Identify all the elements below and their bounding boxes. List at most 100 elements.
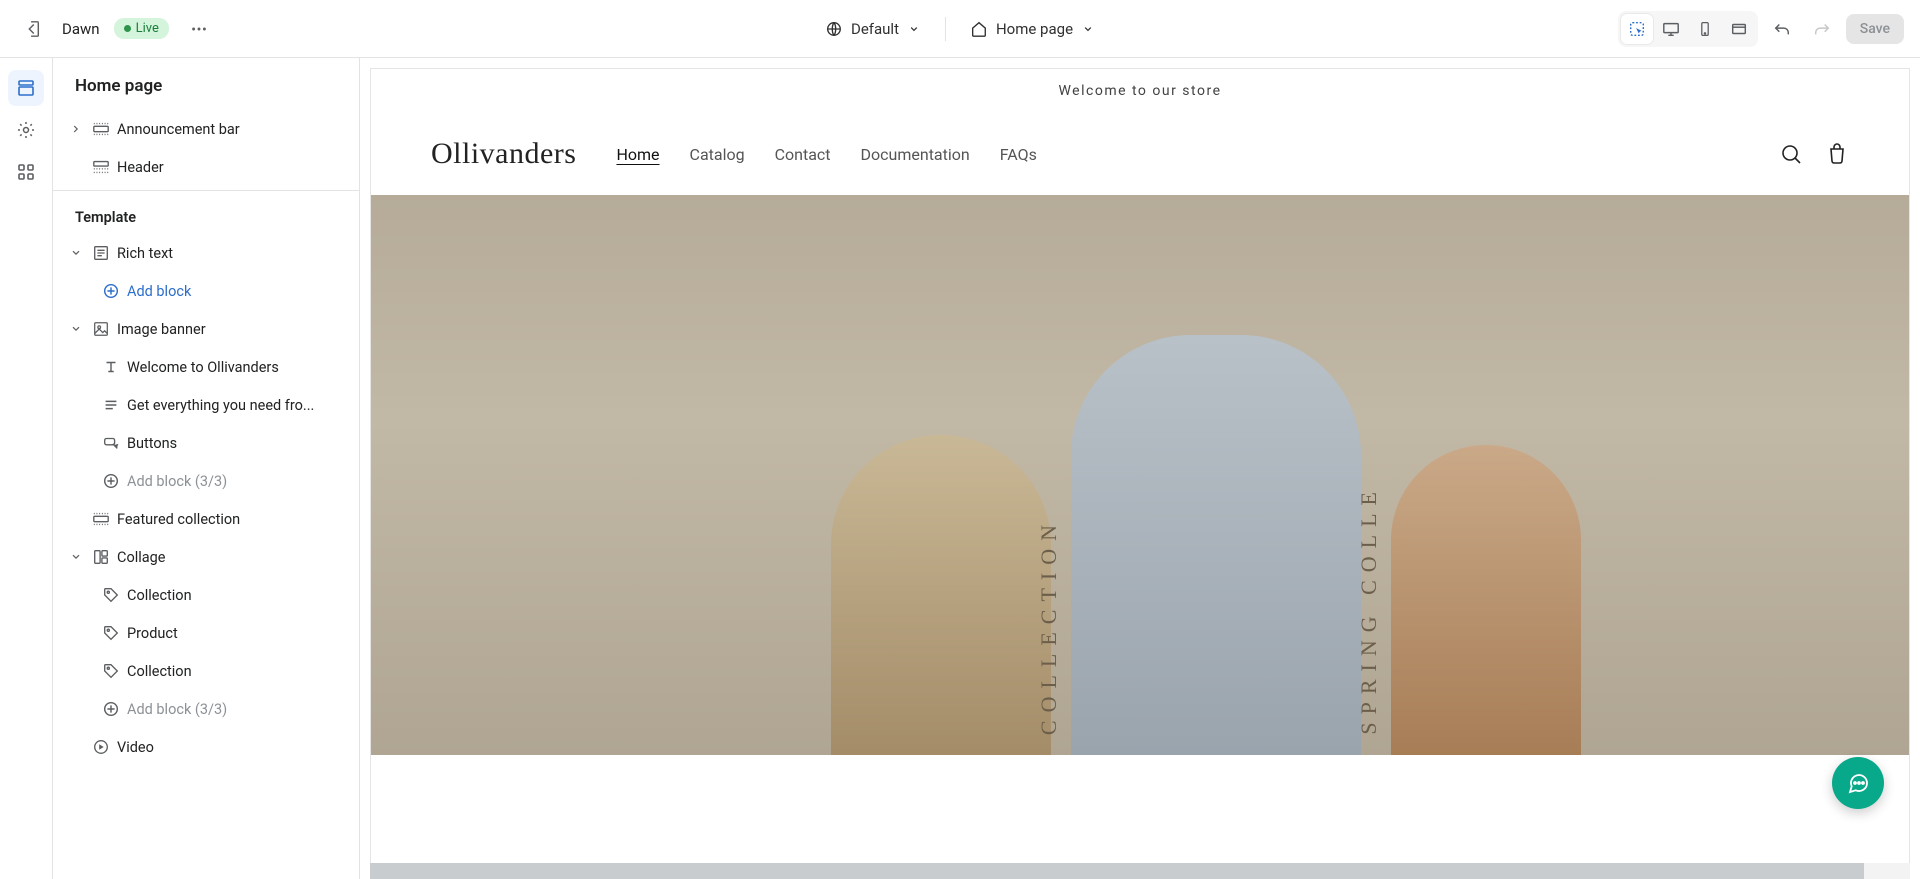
nav-contact[interactable]: Contact (775, 145, 831, 164)
page-title: Home page (53, 58, 359, 110)
section-label: Video (117, 739, 349, 756)
theme-name: Dawn (62, 20, 100, 38)
chat-fab[interactable] (1832, 757, 1884, 809)
apps-tab[interactable] (8, 154, 44, 190)
topbar-left: Dawn Live (16, 13, 215, 45)
hero-arch-2 (1071, 335, 1361, 755)
more-actions-button[interactable] (183, 13, 215, 45)
block-product[interactable]: Product (53, 614, 359, 652)
nav-home[interactable]: Home (616, 145, 659, 164)
section-featured-collection[interactable]: Featured collection (53, 500, 359, 538)
block-label: Get everything you need fro... (127, 397, 349, 414)
image-icon (91, 319, 111, 339)
section-video[interactable]: Video (53, 728, 359, 766)
plus-circle-icon (101, 281, 121, 301)
section-label: Rich text (117, 245, 349, 262)
gear-icon (16, 120, 36, 140)
text-type-icon (101, 357, 121, 377)
header-icons (1779, 142, 1849, 166)
theme-settings-tab[interactable] (8, 112, 44, 148)
collage-icon (91, 547, 111, 567)
header-icon (91, 157, 111, 177)
left-rail (0, 58, 53, 879)
chat-icon (1846, 771, 1870, 795)
store-nav: Home Catalog Contact Documentation FAQs (616, 145, 1036, 164)
sections-icon (16, 78, 36, 98)
video-icon (91, 737, 111, 757)
store-header: Ollivanders Home Catalog Contact Documen… (371, 113, 1909, 195)
add-block-richtext[interactable]: Add block (53, 272, 359, 310)
section-icon (91, 119, 111, 139)
fullscreen-view-button[interactable] (1723, 14, 1755, 44)
horizontal-scrollbar[interactable] (370, 863, 1910, 879)
block-text[interactable]: Get everything you need fro... (53, 386, 359, 424)
live-label: Live (136, 21, 159, 36)
section-label: Collage (117, 549, 349, 566)
section-label: Image banner (117, 321, 349, 338)
template-heading: Template (53, 195, 359, 234)
redo-button[interactable] (1806, 13, 1838, 45)
cart-icon[interactable] (1825, 142, 1849, 166)
search-icon[interactable] (1779, 142, 1803, 166)
section-label: Announcement bar (117, 121, 349, 138)
home-icon (970, 20, 988, 38)
sections-tab[interactable] (8, 70, 44, 106)
topbar-center: Default Home page (817, 14, 1103, 44)
section-header[interactable]: Header (53, 148, 359, 186)
block-heading[interactable]: Welcome to Ollivanders (53, 348, 359, 386)
desktop-icon (1662, 20, 1680, 38)
chevron-down-icon (67, 551, 85, 563)
chevron-down-icon (1081, 22, 1095, 36)
globe-icon (825, 20, 843, 38)
chevron-right-icon (67, 123, 85, 135)
undo-button[interactable] (1766, 13, 1798, 45)
preset-selector[interactable]: Default (817, 14, 929, 44)
chevron-down-icon (67, 247, 85, 259)
button-click-icon (101, 433, 121, 453)
add-block-label: Add block (127, 283, 349, 300)
add-block-label: Add block (3/3) (127, 701, 349, 718)
tag-icon (101, 623, 121, 643)
save-button[interactable]: Save (1846, 14, 1904, 44)
section-label: Featured collection (117, 511, 349, 528)
add-block-label: Add block (3/3) (127, 473, 349, 490)
inspector-icon (1628, 20, 1646, 38)
store-brand: Ollivanders (431, 137, 576, 171)
section-rich-text[interactable]: Rich text (53, 234, 359, 272)
mobile-view-button[interactable] (1689, 14, 1721, 44)
viewport-switcher (1618, 11, 1758, 47)
block-label: Product (127, 625, 349, 642)
section-announcement-bar[interactable]: Announcement bar (53, 110, 359, 148)
sections-sidebar: Home page Announcement bar Header Templa… (53, 58, 360, 879)
nav-catalog[interactable]: Catalog (690, 145, 745, 164)
hero-arch-3 (1391, 445, 1581, 755)
section-image-banner[interactable]: Image banner (53, 310, 359, 348)
preview-canvas[interactable]: Welcome to our store Ollivanders Home Ca… (370, 68, 1910, 879)
richtext-icon (91, 243, 111, 263)
desktop-view-button[interactable] (1655, 14, 1687, 44)
tag-icon (101, 585, 121, 605)
main: Home page Announcement bar Header Templa… (0, 58, 1920, 879)
announcement-text: Welcome to our store (371, 69, 1909, 113)
section-collage[interactable]: Collage (53, 538, 359, 576)
template-selector[interactable]: Home page (962, 14, 1103, 44)
block-collection-1[interactable]: Collection (53, 576, 359, 614)
block-collection-2[interactable]: Collection (53, 652, 359, 690)
exit-icon (23, 20, 41, 38)
scrollbar-thumb[interactable] (370, 863, 1864, 879)
block-buttons[interactable]: Buttons (53, 424, 359, 462)
add-block-collage-disabled: Add block (3/3) (53, 690, 359, 728)
live-dot-icon (124, 25, 131, 32)
topbar: Dawn Live Default Home page (0, 0, 1920, 58)
mobile-icon (1697, 20, 1713, 38)
block-label: Collection (127, 663, 349, 680)
nav-faqs[interactable]: FAQs (1000, 145, 1037, 164)
exit-button[interactable] (16, 13, 48, 45)
chevron-down-icon (907, 22, 921, 36)
inspector-button[interactable] (1621, 14, 1653, 44)
hero-vtext-2: SPRING COLLE (1356, 484, 1382, 735)
nav-documentation[interactable]: Documentation (861, 145, 970, 164)
template-label: Home page (996, 20, 1073, 38)
plus-circle-icon (101, 471, 121, 491)
block-label: Collection (127, 587, 349, 604)
